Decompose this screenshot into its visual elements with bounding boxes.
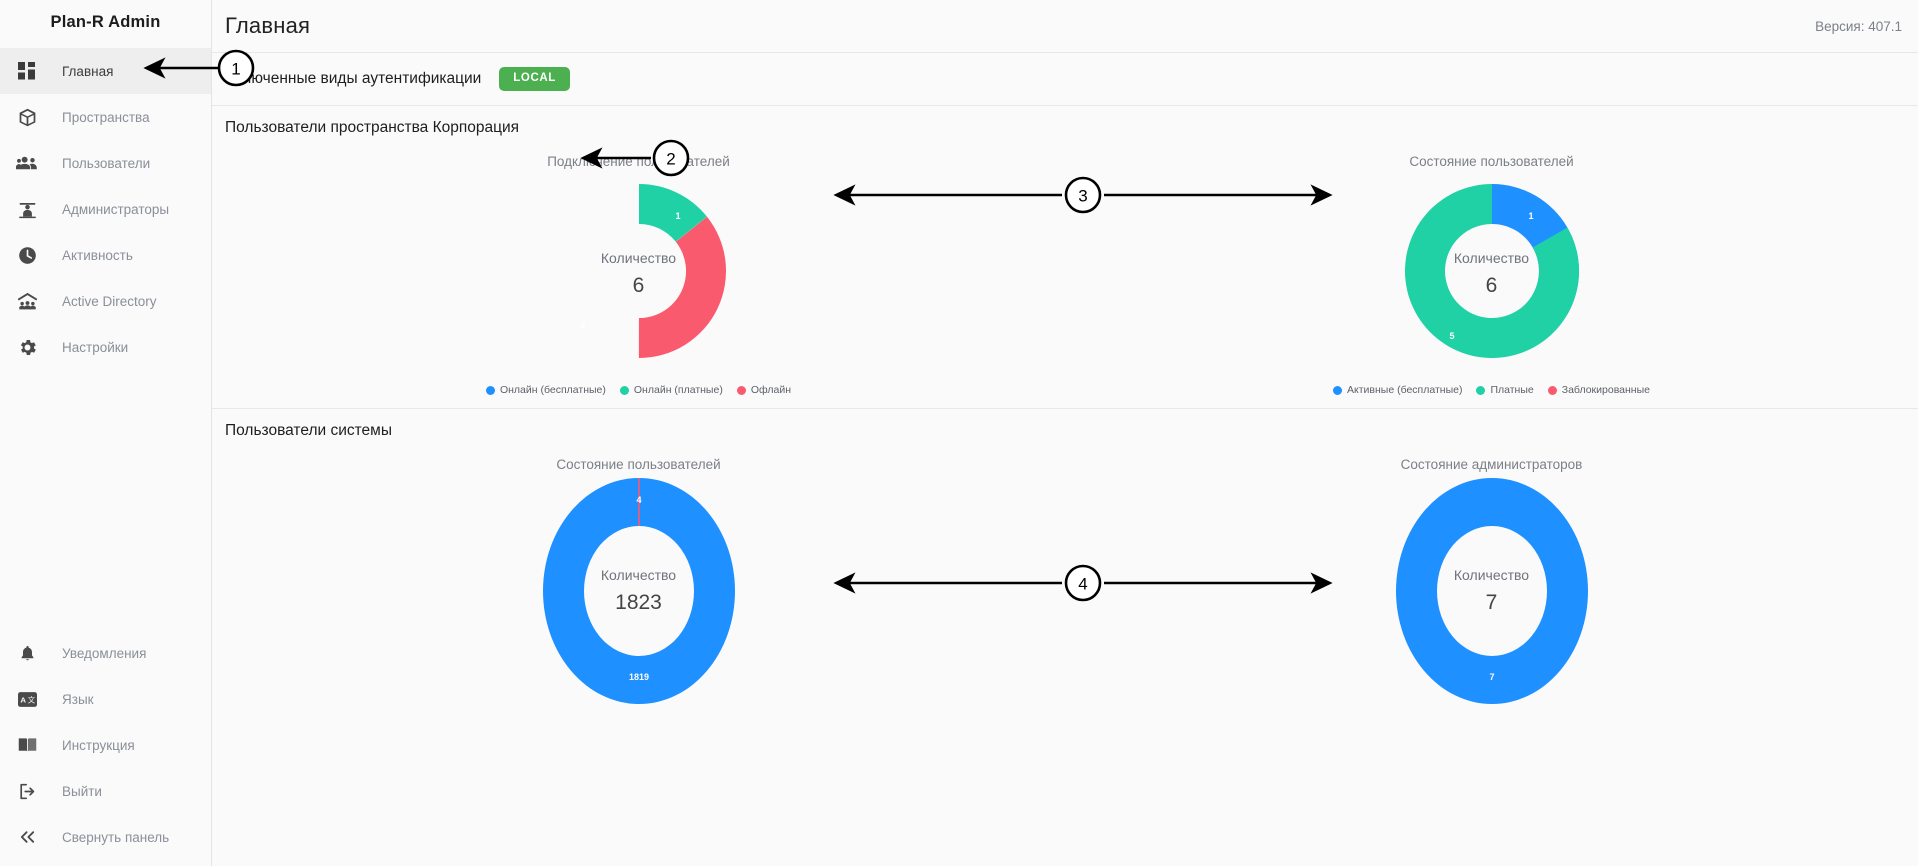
slice-value-label: 1	[1528, 211, 1533, 221]
legend-item[interactable]: Заблокированные	[1547, 384, 1650, 396]
sidebar-item-notifications[interactable]: Уведомления	[0, 630, 211, 676]
main-content: Главная Версия: 407.1 Включенные виды ау…	[212, 0, 1918, 866]
admin-icon	[14, 196, 40, 222]
legend-item[interactable]: Платные	[1476, 384, 1534, 396]
legend-color-dot	[1547, 385, 1557, 395]
sidebar-item-label: Пространства	[62, 109, 150, 125]
chart-card-system-user-state: Состояние пользователей 4 1819 Количеств…	[212, 453, 1065, 711]
directory-icon	[14, 288, 40, 314]
collapse-icon	[14, 824, 40, 850]
bell-icon	[14, 640, 40, 666]
chart-title: Состояние пользователей	[556, 457, 721, 472]
chart-card-admin-state: Состояние администраторов 7 Количество 7	[1065, 453, 1918, 711]
legend-item[interactable]: Онлайн (платные)	[619, 384, 723, 396]
language-icon: A文	[14, 686, 40, 712]
clock-icon	[14, 242, 40, 268]
slice-offline[interactable]	[596, 216, 736, 369]
donut-chart-admin-state[interactable]: 7 Количество 7	[1394, 476, 1590, 711]
sidebar-item-label: Свернуть панель	[62, 829, 170, 845]
sidebar-secondary-nav: Уведомления A文 Язык Инструкция Выйти Све…	[0, 630, 211, 866]
legend-color-dot	[1476, 385, 1486, 395]
sidebar-item-users[interactable]: Пользователи	[0, 140, 211, 186]
sidebar-item-home[interactable]: Главная	[0, 48, 211, 94]
legend-label: Онлайн (платные)	[633, 384, 723, 396]
sidebar-item-label: Язык	[62, 691, 94, 707]
legend-color-dot	[736, 385, 746, 395]
auth-methods-row: Включенные виды аутентификации LOCAL	[212, 53, 1918, 105]
book-icon	[14, 732, 40, 758]
chart-legend: Активные (бесплатные) Платные Заблокиров…	[1333, 384, 1650, 396]
donut-chart-user-state[interactable]: 1 5 Количество 6	[1394, 173, 1590, 374]
page-title: Главная	[225, 13, 311, 38]
sidebar-item-label: Инструкция	[62, 737, 135, 753]
donut-hole	[1436, 526, 1547, 656]
users-icon	[14, 150, 40, 176]
svg-text:A: A	[20, 695, 26, 704]
chart-card-user-connection: Подключение пользователей 1 6 Количество	[212, 150, 1065, 396]
legend-label: Офлайн	[750, 384, 792, 396]
legend-label: Активные (бесплатные)	[1347, 384, 1463, 396]
version-label: Версия: 407.1	[1815, 18, 1902, 34]
donut-chart-system-user-state[interactable]: 4 1819 Количество 1823	[541, 476, 737, 711]
chart-card-user-state: Состояние пользователей 1 5 Количество 6…	[1065, 150, 1918, 396]
slice-value-label: 6	[580, 320, 585, 330]
legend-label: Онлайн (бесплатные)	[499, 384, 606, 396]
top-bar: Главная Версия: 407.1	[212, 0, 1918, 52]
charts-row-space: Подключение пользователей 1 6 Количество	[212, 150, 1918, 396]
chart-title: Подключение пользователей	[547, 154, 730, 169]
sidebar-item-label: Пользователи	[62, 155, 151, 171]
legend-label: Заблокированные	[1561, 384, 1650, 396]
legend-color-dot	[619, 385, 629, 395]
slice-value-label: 1	[675, 211, 680, 221]
legend-color-dot	[485, 385, 495, 395]
logout-icon	[14, 778, 40, 804]
sidebar-item-label: Настройки	[62, 339, 129, 355]
legend-label: Платные	[1490, 384, 1534, 396]
gear-icon	[14, 334, 40, 360]
sidebar-item-administrators[interactable]: Администраторы	[0, 186, 211, 232]
legend-item[interactable]: Офлайн	[736, 384, 792, 396]
sidebar-item-logout[interactable]: Выйти	[0, 768, 211, 814]
sidebar-item-label: Главная	[62, 63, 114, 79]
status-badge-local: LOCAL	[499, 66, 570, 92]
svg-text:文: 文	[27, 695, 35, 704]
chart-legend: Онлайн (бесплатные) Онлайн (платные) Офл…	[485, 384, 792, 396]
sidebar-item-label: Active Directory	[62, 293, 157, 309]
sidebar-primary-nav: Главная Пространства Пользователи Админи…	[0, 48, 211, 370]
sidebar-item-active-directory[interactable]: Active Directory	[0, 278, 211, 324]
slice-value-label: 5	[1449, 331, 1454, 341]
slice-value-label: 4	[636, 495, 641, 505]
admin-dashboard-page: Plan-R Admin Главная Пространства Пользо…	[0, 0, 1918, 866]
sidebar-item-language[interactable]: A文 Язык	[0, 676, 211, 722]
legend-color-dot	[1333, 385, 1342, 395]
sidebar-item-manual[interactable]: Инструкция	[0, 722, 211, 768]
legend-item[interactable]: Онлайн (бесплатные)	[485, 384, 606, 396]
charts-row-system: Состояние пользователей 4 1819 Количеств…	[212, 453, 1918, 711]
legend-item[interactable]: Активные (бесплатные)	[1333, 384, 1462, 396]
sidebar-item-label: Администраторы	[62, 201, 170, 217]
section-title-space-users: Пользователи пространства Корпорация	[225, 119, 520, 136]
section-title-system-users: Пользователи системы	[225, 422, 392, 439]
donut-hole	[583, 526, 694, 656]
sidebar-item-activity[interactable]: Активность	[0, 232, 211, 278]
sidebar-item-collapse-panel[interactable]: Свернуть панель	[0, 814, 211, 860]
cube-icon	[14, 104, 40, 130]
slice-value-label: 1819	[628, 672, 648, 682]
chart-title: Состояние администраторов	[1400, 457, 1583, 472]
chart-title: Состояние пользователей	[1409, 154, 1574, 169]
donut-chart-user-connection[interactable]: 1 6 Количество 6	[541, 173, 737, 374]
dashboard-icon	[14, 58, 40, 84]
sidebar-item-settings[interactable]: Настройки	[0, 324, 211, 370]
auth-methods-label: Включенные виды аутентификации	[225, 70, 482, 87]
slice-paid[interactable]	[1394, 173, 1590, 369]
slice-value-label: 7	[1489, 672, 1494, 682]
app-brand-title: Plan-R Admin	[50, 12, 161, 31]
sidebar-item-label: Уведомления	[62, 645, 147, 661]
sidebar-item-spaces[interactable]: Пространства	[0, 94, 211, 140]
sidebar-item-label: Активность	[62, 247, 133, 263]
sidebar: Plan-R Admin Главная Пространства Пользо…	[0, 0, 212, 866]
sidebar-item-label: Выйти	[62, 783, 102, 799]
